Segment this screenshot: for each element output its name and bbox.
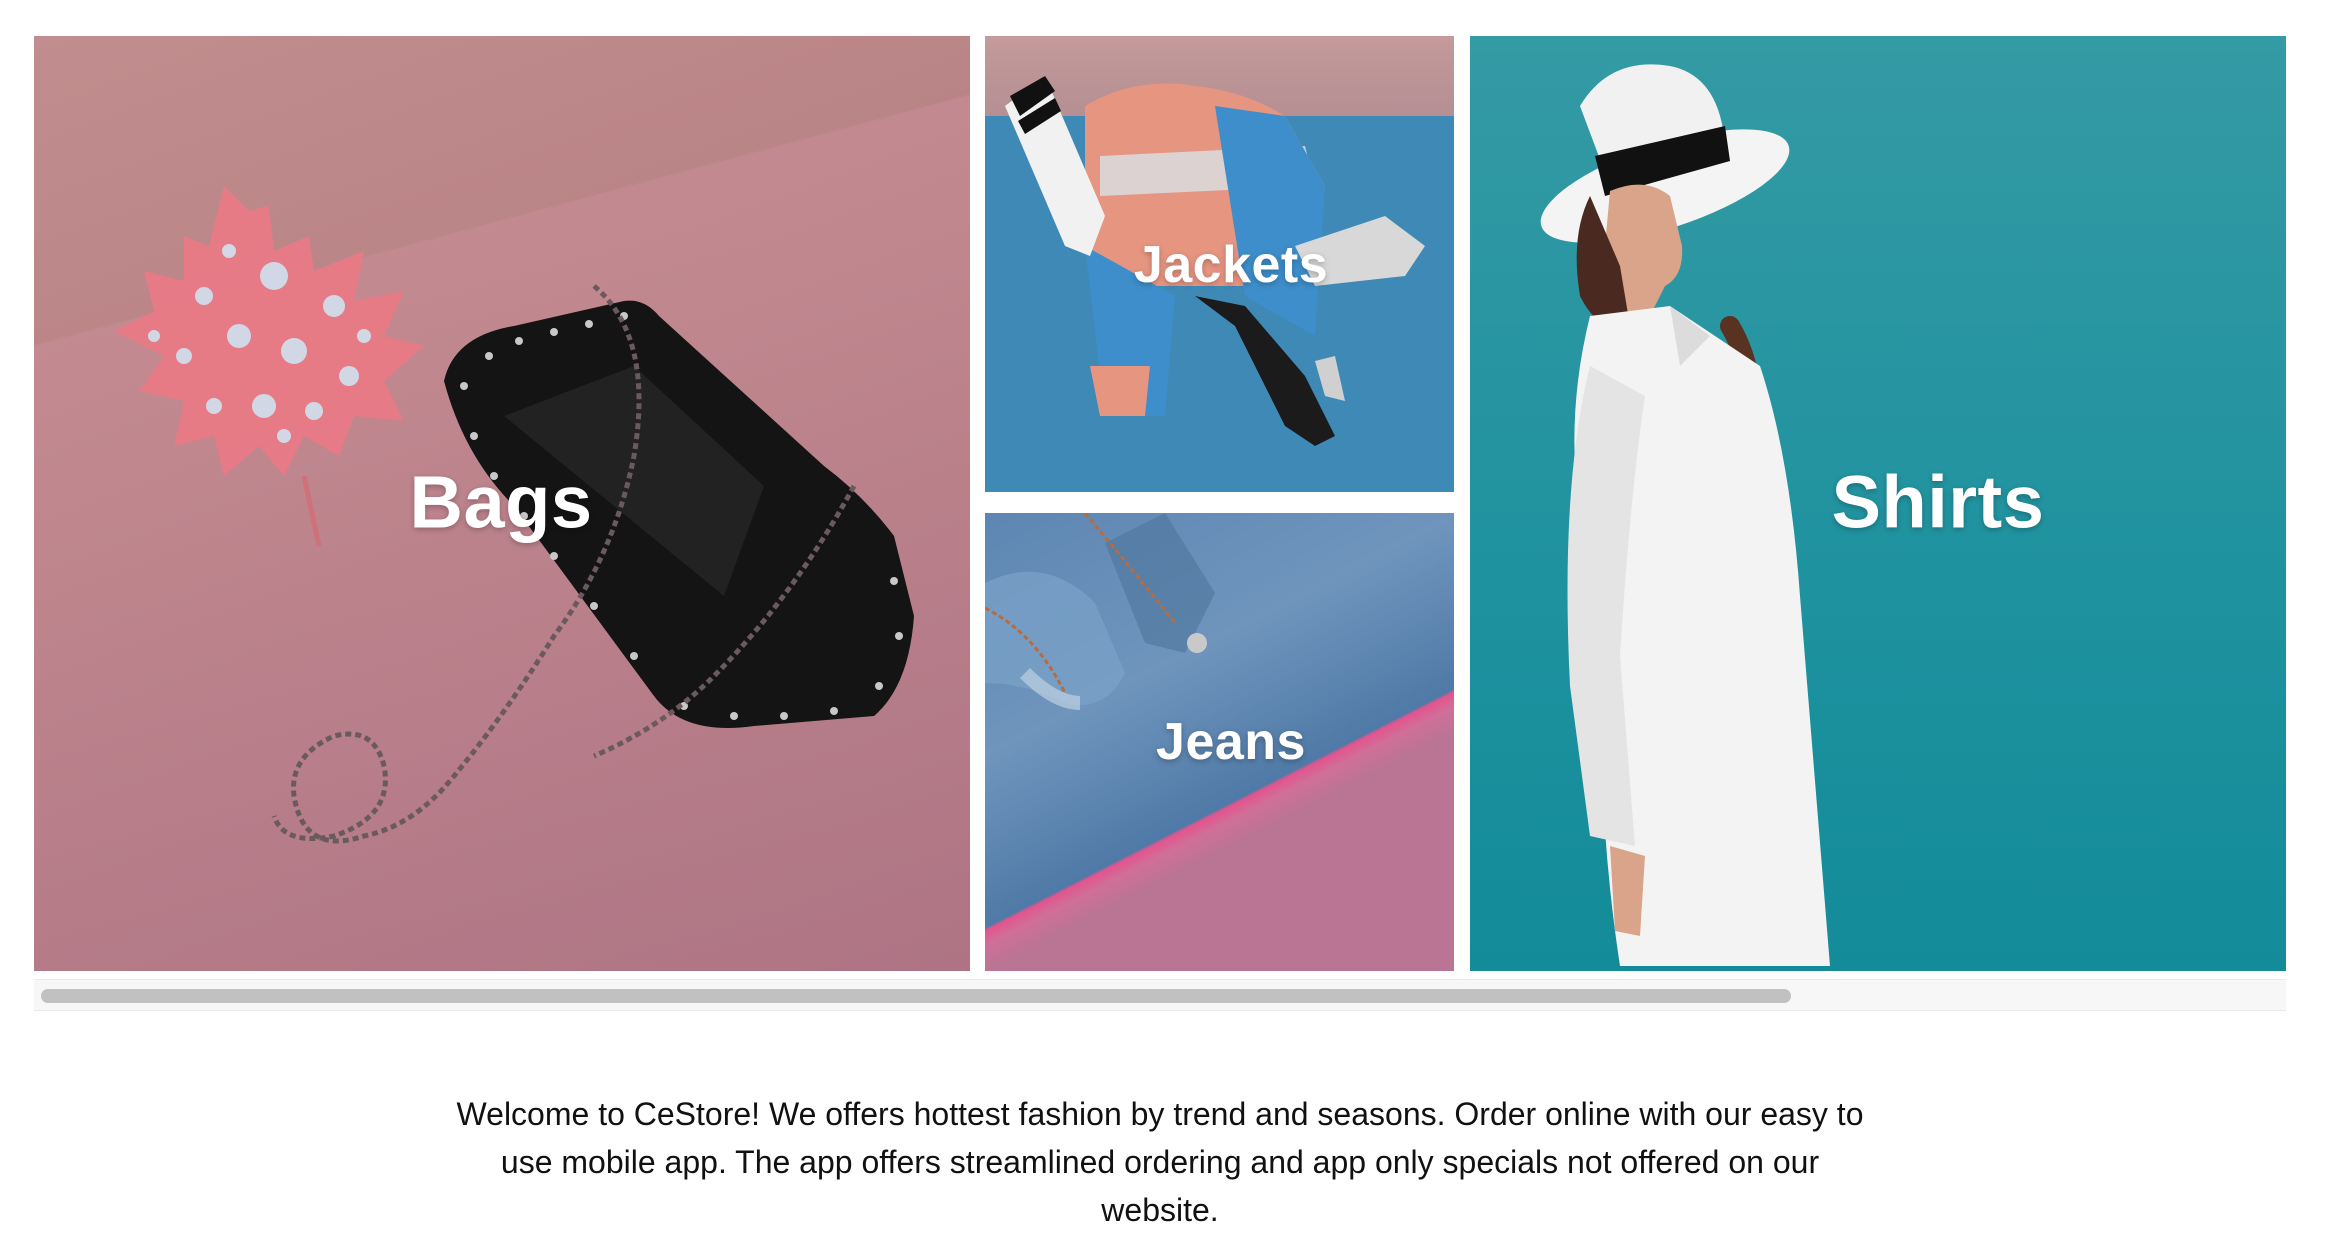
category-tile-shirts[interactable]: Shirts xyxy=(1470,36,2286,971)
category-label-jackets: Jackets xyxy=(1133,236,1329,294)
scrollbar-thumb[interactable] xyxy=(41,989,1791,1003)
category-tile-jeans[interactable]: Jeans xyxy=(985,513,1454,971)
welcome-text: Welcome to CeStore! We offers hottest fa… xyxy=(456,1096,1864,1228)
category-tile-bags[interactable]: Bags xyxy=(34,36,970,971)
category-label-bags: Bags xyxy=(409,460,593,544)
category-tile-jackets[interactable]: Jackets xyxy=(985,36,1454,492)
leaf-shape xyxy=(114,186,424,547)
category-label-jeans: Jeans xyxy=(1156,713,1306,771)
category-label-shirts: Shirts xyxy=(1831,460,2045,544)
gallery-horizontal-scrollbar[interactable] xyxy=(34,979,2286,1011)
